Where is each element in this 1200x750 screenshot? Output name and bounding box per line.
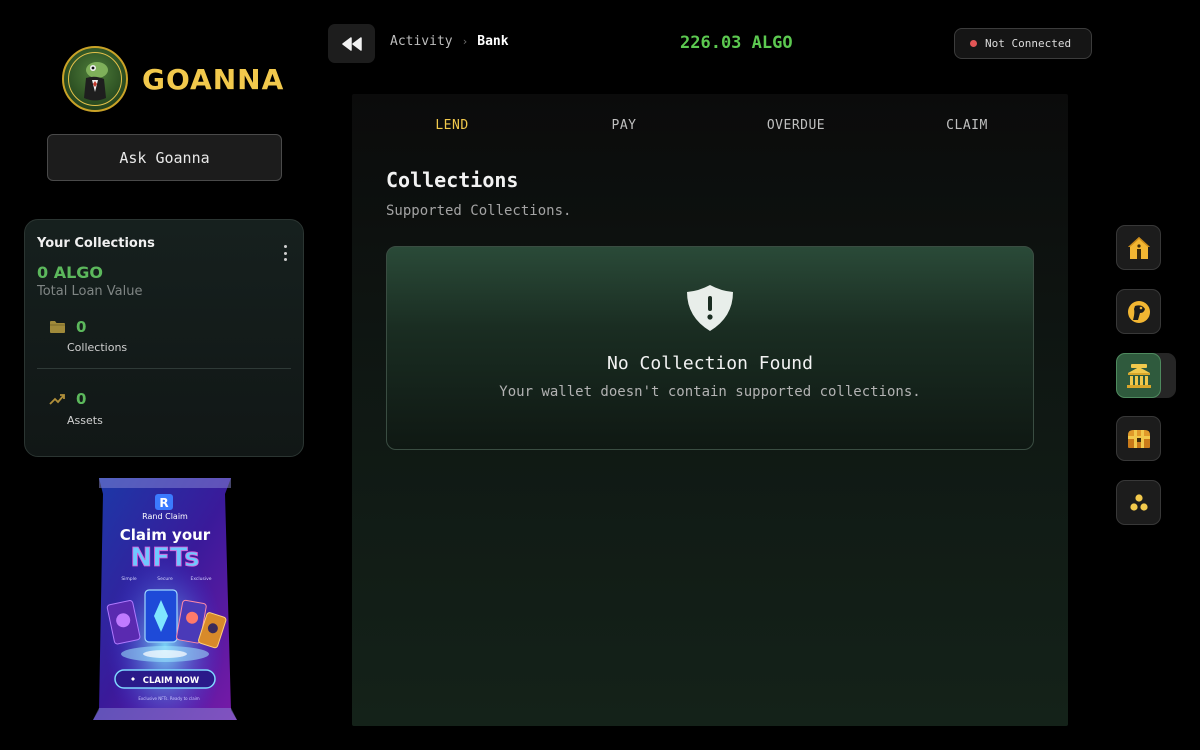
total-loan-value: 0 ALGO (37, 263, 104, 282)
assets-count: 0 (76, 390, 87, 408)
status-dot-icon (970, 40, 977, 47)
treasure-chest-icon (1127, 429, 1150, 448)
home-icon (1127, 236, 1150, 259)
collections-card-title: Your Collections (37, 236, 155, 251)
empty-state-message: Your wallet doesn't contain supported co… (499, 384, 921, 400)
breadcrumb-separator: › (461, 35, 469, 48)
promo-badge: R (159, 496, 168, 510)
brand-name: GOANNA (142, 62, 285, 96)
coins-icon (1129, 493, 1148, 511)
loan-tabs: LEND PAY OVERDUE CLAIM (352, 118, 1068, 138)
total-loan-value-label: Total Loan Value (37, 284, 143, 299)
wallet-balance: 226.03 ALGO (680, 33, 793, 53)
tab-claim[interactable]: CLAIM (946, 118, 988, 133)
tab-pay[interactable]: PAY (612, 118, 637, 133)
assets-stat: 0 (49, 390, 86, 408)
collections-count: 0 (76, 318, 87, 336)
goanna-head-icon (1127, 300, 1150, 323)
shield-alert-icon (687, 285, 733, 331)
rand-claim-promo-banner[interactable]: R Rand Claim Claim your NFTs Simple Secu… (93, 474, 237, 722)
tab-overdue[interactable]: OVERDUE (767, 118, 825, 133)
tab-lend[interactable]: LEND (435, 118, 468, 133)
main-panel: LEND PAY OVERDUE CLAIM Collections Suppo… (352, 94, 1068, 726)
promo-feature-1: Simple (121, 576, 137, 582)
promo-brand: Rand Claim (142, 512, 188, 521)
rewind-icon (341, 36, 362, 51)
wallet-connection-button[interactable]: Not Connected (954, 28, 1092, 59)
collections-stat: 0 (49, 318, 86, 336)
page-title: Collections (386, 168, 519, 192)
your-collections-card: Your Collections 0 ALGO Total Loan Value… (24, 219, 304, 457)
breadcrumb-bank: Bank (477, 34, 509, 49)
rail-treasury-button[interactable] (1116, 416, 1161, 461)
more-options-icon[interactable] (279, 244, 291, 262)
promo-feature-2: Secure (157, 576, 173, 582)
promo-headline-1: Claim your (120, 526, 211, 544)
breadcrumb: Activity › Bank (390, 34, 509, 49)
bank-icon (1126, 363, 1151, 388)
empty-state-card: No Collection Found Your wallet doesn't … (386, 246, 1034, 450)
breadcrumb-activity[interactable]: Activity (390, 34, 453, 49)
ask-goanna-button[interactable]: Ask Goanna (47, 134, 282, 181)
rail-goanna-button[interactable] (1116, 289, 1161, 334)
promo-headline-2: NFTs (130, 543, 199, 573)
rail-coins-button[interactable] (1116, 480, 1161, 525)
promo-footnote: Exclusive NFTs. Ready to claim (138, 696, 199, 701)
trending-up-icon (49, 394, 65, 405)
promo-cta: CLAIM NOW (143, 676, 200, 686)
assets-stat-label: Assets (67, 414, 103, 427)
folder-icon (50, 321, 65, 333)
back-button[interactable] (328, 24, 375, 63)
goanna-mascot-icon (62, 46, 128, 112)
empty-state-title: No Collection Found (607, 353, 813, 374)
connection-status: Not Connected (985, 37, 1072, 50)
rail-bank-button[interactable] (1116, 353, 1161, 398)
rail-home-button[interactable] (1116, 225, 1161, 270)
brand-logo[interactable]: GOANNA (62, 46, 284, 112)
card-divider (37, 368, 291, 369)
collections-stat-label: Collections (67, 341, 128, 354)
promo-feature-3: Exclusive (190, 576, 211, 582)
page-subtitle: Supported Collections. (386, 203, 572, 219)
